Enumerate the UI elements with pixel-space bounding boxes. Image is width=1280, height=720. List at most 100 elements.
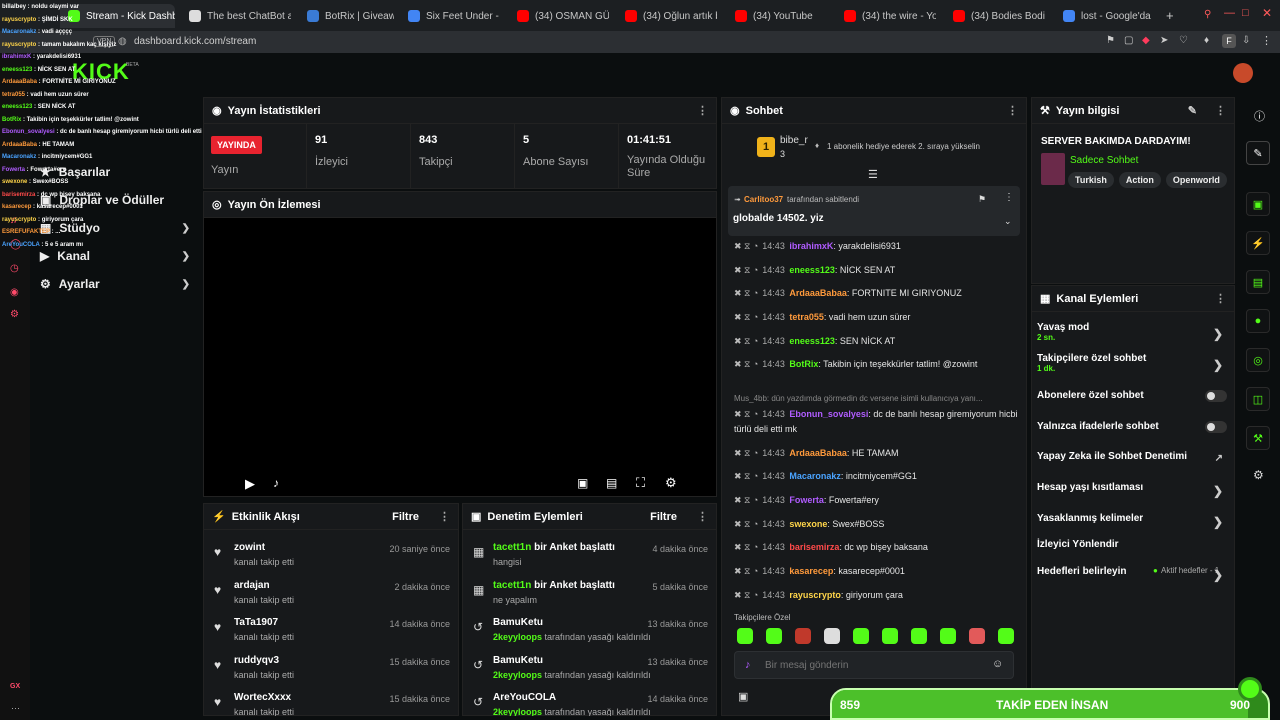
mod-actions-icon[interactable]: ✖ ⧖ ◔ (734, 288, 758, 298)
sidebar-item-studio[interactable]: ▦ Stüdyo ❯ (40, 221, 190, 235)
activity-row[interactable]: ♥ ardajan kanalı takip etti 2 dakika önce (204, 574, 458, 611)
chat-user[interactable]: eneess123 (789, 336, 835, 346)
action-slow-mode[interactable]: Yavaş mod 2 sn. ❯ (1037, 322, 1227, 342)
emote-button[interactable] (824, 628, 840, 644)
browser-tab[interactable]: (34) Bodies Bodies (945, 4, 1045, 28)
kebab-menu-icon[interactable]: ⋮ (1007, 104, 1018, 117)
action-account-age[interactable]: Hesap yaşı kısıtlaması ❯ (1037, 482, 1227, 498)
chat-message[interactable]: ✖ ⧖ ◔ 14:43 Macaronakz: incitmiycem#GG1 (734, 469, 1018, 484)
menu-icon[interactable]: ⋮ (1261, 34, 1272, 47)
activity-row[interactable]: ♥ TaTa1907 kanalı takip etti 14 dakika önce (204, 611, 458, 648)
play-icon[interactable]: ▶ (245, 476, 255, 492)
emote-button[interactable] (882, 628, 898, 644)
edit-layout-button[interactable]: ✎ (1246, 141, 1270, 165)
bolt-button[interactable]: ⚡ (1246, 231, 1270, 255)
cube-icon[interactable]: ◉ (10, 287, 19, 298)
moderation-row[interactable]: ↺ BamuKetu 2keyyloops tarafından yasağı ka… (463, 611, 716, 648)
kebab-menu-icon[interactable]: ⋮ (1215, 104, 1226, 117)
edit-icon[interactable]: ✎ (1188, 104, 1197, 117)
action-emote-only[interactable]: Yalnızca ifadelerle sohbet (1037, 421, 1227, 433)
mod-actions-icon[interactable]: ✖ ⧖ ◔ (734, 241, 758, 251)
chat-message[interactable]: ✖ ⧖ ◔ 14:43 barisemirza: dc wp bişey baks… (734, 540, 1018, 555)
top-gifter-name[interactable]: bibe_r (780, 135, 808, 146)
chat-message[interactable]: ✖ ⧖ ◔ 14:43 BotRix: Takibin için teşekkür… (734, 357, 1018, 372)
chat-user[interactable]: swexone (789, 519, 827, 529)
clock-icon[interactable]: ◷ (10, 263, 19, 274)
collapse-icon[interactable]: ☰ (868, 168, 878, 181)
chat-button[interactable]: ● (1246, 309, 1270, 333)
chat-user[interactable]: eneess123 (789, 265, 835, 275)
chat-user[interactable]: ArdaaaBabaa (789, 288, 847, 298)
emote-button[interactable] (969, 628, 985, 644)
chat-user[interactable]: rayuscrypto (789, 590, 841, 600)
tag-chip[interactable]: Turkish (1068, 172, 1114, 188)
category-thumbnail[interactable] (1041, 153, 1065, 185)
browser-tab[interactable]: (34) OSMAN GÜLTE (509, 4, 609, 28)
filter-button[interactable]: Filtre (650, 511, 677, 523)
mod-actions-icon[interactable]: ✖ ⧖ ◔ (734, 312, 758, 322)
chat-message[interactable]: ✖ ⧖ ◔ 14:43 eneess123: SEN NİCK AT (734, 334, 1018, 349)
maximize-icon[interactable]: □ (1242, 7, 1249, 19)
tools-button[interactable]: ⚒ (1246, 426, 1270, 450)
settings-icon[interactable]: ⚙ (665, 475, 677, 491)
broadcast-button[interactable]: ◎ (1246, 348, 1270, 372)
emote-button[interactable] (911, 628, 927, 644)
chat-user[interactable]: ArdaaaBabaa (789, 448, 847, 458)
moderation-row[interactable]: ↺ BamuKetu 2keyyloops tarafından yasağı ka… (463, 649, 716, 686)
chat-input[interactable] (765, 656, 985, 674)
activity-row[interactable]: ♥ ruddyqv3 kanalı takip etti 15 dakika önce (204, 649, 458, 686)
send-icon[interactable]: ➤ (1160, 35, 1168, 46)
chat-user[interactable]: Ebonun_sovalyesi (789, 409, 868, 419)
minimize-icon[interactable]: — (1224, 7, 1235, 19)
chat-message[interactable]: ✖ ⧖ ◔ 14:43 rayuscrypto: giriyorum çara (734, 588, 1018, 603)
activity-user[interactable]: zowint (234, 542, 265, 553)
store-icon[interactable]: ▣ (738, 690, 748, 703)
mic-icon[interactable]: ♪ (745, 659, 751, 671)
kebab-menu-icon[interactable]: ⋮ (439, 510, 450, 523)
moderator-user[interactable]: 2keyyloops (493, 707, 542, 716)
mod-actions-icon[interactable]: ✖ ⧖ ◔ (734, 409, 758, 419)
poll-button[interactable]: ▤ (1246, 270, 1270, 294)
subs-only-toggle[interactable] (1205, 390, 1227, 402)
chat-message[interactable]: ✖ ⧖ ◔ 14:43 Fowerta: Fowerta#ery (734, 493, 1018, 508)
pinned-by-user[interactable]: Carlitoo37 (744, 195, 783, 204)
moderation-user[interactable]: BamuKetu (493, 655, 543, 666)
chat-message[interactable]: ✖ ⧖ ◔ 14:43 tetra055: vadi hem uzun sürer (734, 310, 1018, 325)
moderation-row[interactable]: ▦ tacett1n bir Anket başlattı ne yapalım 5 … (463, 574, 716, 611)
moderation-user[interactable]: tacett1n (493, 542, 531, 553)
unpin-icon[interactable]: ⚑ (978, 194, 986, 205)
profile-avatar[interactable]: F (1222, 34, 1236, 48)
browser-tab[interactable]: The best ChatBot ar (181, 4, 291, 28)
kebab-menu-icon[interactable]: ⋮ (697, 104, 708, 117)
emote-only-toggle[interactable] (1205, 421, 1227, 433)
action-followers-only[interactable]: Takipçilere özel sohbet 1 dk. ❯ (1037, 353, 1227, 373)
activity-row[interactable]: ♥ WortecXxxx kanalı takip etti 15 dakika ön… (204, 686, 458, 716)
chat-input-box[interactable]: ♪ ☺ (734, 651, 1014, 679)
copy-button[interactable]: ◫ (1246, 387, 1270, 411)
activity-user[interactable]: TaTa1907 (234, 617, 278, 628)
mod-actions-icon[interactable]: ✖ ⧖ ◔ (734, 336, 758, 346)
screenshot-icon[interactable]: ▢ (1124, 35, 1133, 46)
chat-user[interactable]: Macaronakz (789, 471, 841, 481)
moderator-user[interactable]: 2keyyloops (493, 670, 542, 680)
heart-icon[interactable]: ♡ (1179, 35, 1188, 46)
moderation-row[interactable]: ▦ tacett1n bir Anket başlattı hangisi 4 dak… (463, 536, 716, 573)
search-tabs-icon[interactable]: ⚲ (1204, 9, 1211, 20)
shield-icon[interactable]: ◆ (1142, 35, 1150, 46)
mod-actions-icon[interactable]: ✖ ⧖ ◔ (734, 519, 758, 529)
new-tab-button[interactable]: + (1166, 8, 1174, 23)
chat-user[interactable]: tetra055 (789, 312, 824, 322)
moderator-user[interactable]: 2keyyloops (493, 632, 542, 642)
chat-message[interactable]: ✖ ⧖ ◔ 14:43 ArdaaaBabaa: FORTNITE MI GIRI… (734, 286, 1018, 301)
emote-button[interactable] (766, 628, 782, 644)
bookmark-icon[interactable]: ⚑ (1106, 35, 1115, 46)
action-subs-only[interactable]: Abonelere özel sohbet (1037, 390, 1227, 402)
chevron-down-icon[interactable]: ⌄ (1004, 216, 1012, 227)
browser-tab[interactable]: (34) the wire - YouT (836, 4, 936, 28)
moderation-user[interactable]: AreYouCOLA (493, 692, 556, 703)
mod-actions-icon[interactable]: ✖ ⧖ ◔ (734, 471, 758, 481)
chat-user[interactable]: BotRix (789, 359, 818, 369)
clip-button[interactable]: ▣ (1246, 192, 1270, 216)
chat-user[interactable]: kasarecep (789, 566, 833, 576)
mod-actions-icon[interactable]: ✖ ⧖ ◔ (734, 495, 758, 505)
